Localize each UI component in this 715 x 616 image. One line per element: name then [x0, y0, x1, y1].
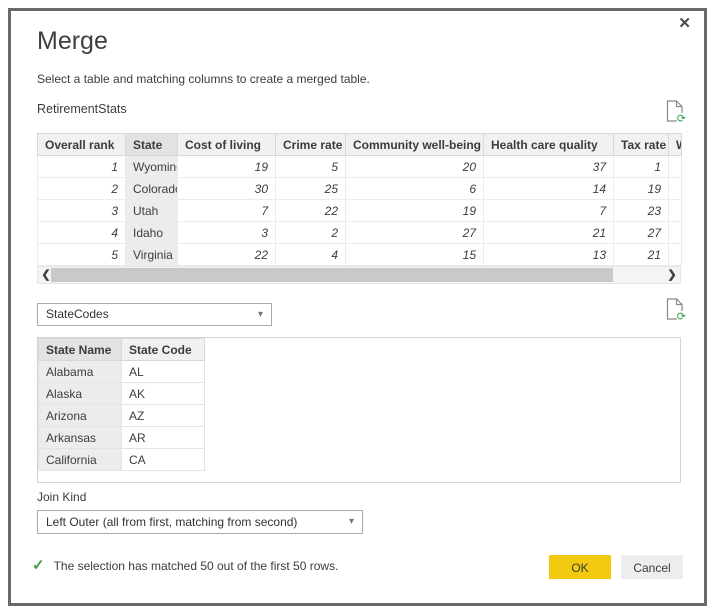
match-status: ✓ The selection has matched 50 out of the…: [32, 556, 338, 574]
cell[interactable]: [669, 222, 682, 244]
join-kind-selector[interactable]: Left Outer (all from first, matching fro…: [37, 510, 363, 534]
column-header[interactable]: Health care quality: [484, 134, 614, 156]
column-header[interactable]: State: [126, 134, 178, 156]
column-header[interactable]: State Name: [39, 339, 122, 361]
table-row: 5Virginia224151321: [38, 244, 682, 266]
cell[interactable]: 21: [484, 222, 614, 244]
cell[interactable]: 7: [484, 200, 614, 222]
cell[interactable]: 25: [276, 178, 346, 200]
column-header[interactable]: W: [669, 134, 682, 156]
cell[interactable]: 5: [38, 244, 126, 266]
cell[interactable]: 19: [178, 156, 276, 178]
cell[interactable]: 5: [276, 156, 346, 178]
ok-button[interactable]: OK: [549, 555, 611, 579]
table-row: AlabamaAL: [39, 361, 205, 383]
cell[interactable]: 20: [346, 156, 484, 178]
table-row: 4Idaho32272127: [38, 222, 682, 244]
cell[interactable]: Alabama: [39, 361, 122, 383]
cell[interactable]: 4: [38, 222, 126, 244]
cell[interactable]: Wyoming: [126, 156, 178, 178]
state-codes-grid: State NameState CodeAlabamaALAlaskaAKAri…: [37, 337, 681, 483]
refresh-icon: ⟳: [677, 113, 686, 124]
first-table-name: RetirementStats: [37, 102, 127, 116]
column-header[interactable]: Tax rate: [614, 134, 669, 156]
table-row: 1Wyoming19520371: [38, 156, 682, 178]
scroll-right-icon[interactable]: ❯: [666, 267, 678, 283]
cell[interactable]: 14: [484, 178, 614, 200]
cell[interactable]: 6: [346, 178, 484, 200]
cell[interactable]: 19: [346, 200, 484, 222]
cell[interactable]: 7: [178, 200, 276, 222]
column-header[interactable]: State Code: [122, 339, 205, 361]
cell[interactable]: 37: [484, 156, 614, 178]
cell[interactable]: 1: [614, 156, 669, 178]
table-row: AlaskaAK: [39, 383, 205, 405]
retirement-stats-grid: Overall rankStateCost of livingCrime rat…: [37, 133, 681, 266]
cell[interactable]: Colorado: [126, 178, 178, 200]
cell[interactable]: [669, 156, 682, 178]
cell[interactable]: California: [39, 449, 122, 471]
cell[interactable]: 27: [346, 222, 484, 244]
cell[interactable]: Arizona: [39, 405, 122, 427]
column-header[interactable]: Community well-being: [346, 134, 484, 156]
cell[interactable]: Alaska: [39, 383, 122, 405]
table-row: 3Utah72219723: [38, 200, 682, 222]
cell[interactable]: AK: [122, 383, 205, 405]
retirement-stats-table: Overall rankStateCost of livingCrime rat…: [37, 133, 682, 266]
cell[interactable]: [669, 244, 682, 266]
chevron-down-icon: ▾: [258, 304, 263, 325]
join-kind-value: Left Outer (all from first, matching fro…: [46, 515, 297, 529]
second-table-selector-value: StateCodes: [46, 307, 109, 321]
cell[interactable]: 4: [276, 244, 346, 266]
table-row: ArkansasAR: [39, 427, 205, 449]
dialog-title: Merge: [37, 27, 108, 56]
cell[interactable]: 19: [614, 178, 669, 200]
cell[interactable]: 3: [178, 222, 276, 244]
refresh-preview-icon[interactable]: ⟳: [666, 298, 684, 320]
chevron-down-icon: ▾: [349, 511, 354, 533]
cell[interactable]: [669, 178, 682, 200]
cell[interactable]: AR: [122, 427, 205, 449]
cell[interactable]: Virginia: [126, 244, 178, 266]
cell[interactable]: CA: [122, 449, 205, 471]
horizontal-scrollbar[interactable]: ❮ ❯: [37, 266, 681, 284]
cell[interactable]: AL: [122, 361, 205, 383]
scrollbar-thumb[interactable]: [51, 268, 613, 282]
cell[interactable]: 27: [614, 222, 669, 244]
column-header[interactable]: Cost of living: [178, 134, 276, 156]
cell[interactable]: [669, 200, 682, 222]
state-codes-table: State NameState CodeAlabamaALAlaskaAKAri…: [38, 338, 205, 471]
refresh-icon: ⟳: [677, 311, 686, 322]
refresh-preview-icon[interactable]: ⟳: [666, 100, 684, 122]
cell[interactable]: 21: [614, 244, 669, 266]
cell[interactable]: Idaho: [126, 222, 178, 244]
cell[interactable]: 30: [178, 178, 276, 200]
cell[interactable]: 22: [178, 244, 276, 266]
cell[interactable]: 2: [38, 178, 126, 200]
join-kind-label: Join Kind: [37, 490, 86, 504]
column-header[interactable]: Crime rate: [276, 134, 346, 156]
table-row: CaliforniaCA: [39, 449, 205, 471]
cell[interactable]: 13: [484, 244, 614, 266]
cell[interactable]: Utah: [126, 200, 178, 222]
dialog-subtitle: Select a table and matching columns to c…: [37, 72, 370, 86]
table-row: 2Colorado302561419: [38, 178, 682, 200]
cell[interactable]: 1: [38, 156, 126, 178]
merge-dialog: ✕ Merge Select a table and matching colu…: [8, 8, 707, 606]
checkmark-icon: ✓: [32, 557, 45, 574]
close-icon[interactable]: ✕: [678, 16, 691, 32]
cell[interactable]: 3: [38, 200, 126, 222]
match-status-text: The selection has matched 50 out of the …: [54, 559, 339, 573]
cancel-button[interactable]: Cancel: [621, 555, 683, 579]
cell[interactable]: 2: [276, 222, 346, 244]
cell[interactable]: 22: [276, 200, 346, 222]
column-header[interactable]: Overall rank: [38, 134, 126, 156]
second-table-selector[interactable]: StateCodes ▾: [37, 303, 272, 326]
cell[interactable]: Arkansas: [39, 427, 122, 449]
table-row: ArizonaAZ: [39, 405, 205, 427]
cell[interactable]: AZ: [122, 405, 205, 427]
cell[interactable]: 23: [614, 200, 669, 222]
cell[interactable]: 15: [346, 244, 484, 266]
